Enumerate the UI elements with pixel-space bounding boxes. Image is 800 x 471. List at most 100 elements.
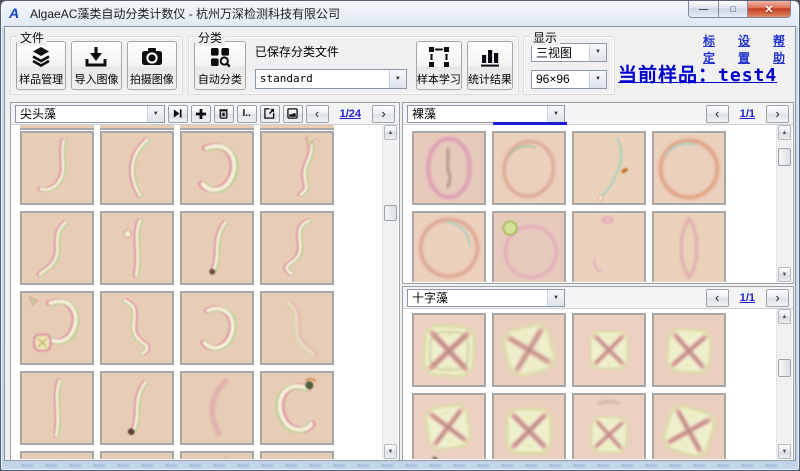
title-bar[interactable]: A AlgaeAC藻类自动分类计数仪 - 杭州万深检测科技有限公司 — □ ✕	[1, 1, 799, 26]
next-page-button[interactable]: ›	[372, 105, 395, 123]
cell-size-dropdown[interactable]: 96×96 ▼	[531, 70, 607, 89]
close-button[interactable]: ✕	[748, 1, 791, 18]
export-button[interactable]	[260, 105, 280, 123]
maximize-button[interactable]: □	[719, 1, 748, 18]
scroll-up-icon[interactable]: ▲	[384, 125, 397, 140]
import-image-label: 导入图像	[74, 71, 118, 87]
prev-page-button[interactable]: ‹	[306, 105, 329, 123]
algae-thumbnail[interactable]	[20, 291, 94, 365]
thumbnail-grid-right-bottom	[404, 309, 776, 459]
minimize-button[interactable]: —	[688, 1, 719, 18]
save-folder-button[interactable]	[283, 105, 303, 123]
scrollbar-thumb[interactable]	[778, 359, 791, 377]
next-page-button[interactable]: ›	[766, 105, 789, 123]
algae-thumbnail[interactable]	[652, 393, 726, 459]
algae-thumbnail[interactable]	[180, 131, 254, 205]
plus-icon	[195, 108, 207, 120]
left-scrollbar[interactable]: ▲ ▼	[382, 125, 398, 459]
algae-thumbnail[interactable]	[20, 211, 94, 285]
scroll-up-icon[interactable]: ▲	[778, 309, 791, 324]
sample-learn-label: 样本学习	[417, 71, 461, 87]
chevron-down-icon: ▼	[389, 70, 406, 88]
scroll-up-icon[interactable]: ▲	[778, 125, 791, 140]
species-dropdown-right-top[interactable]: 裸藻 ▼	[407, 105, 565, 123]
scrollbar-thumb[interactable]	[778, 148, 791, 166]
sample-manage-button[interactable]: 样品管理	[16, 41, 66, 90]
auto-classify-button[interactable]: 自动分类	[194, 41, 246, 90]
scroll-down-icon[interactable]: ▼	[384, 444, 397, 459]
algae-thumbnail[interactable]	[20, 371, 94, 445]
algae-thumbnail[interactable]	[412, 211, 486, 282]
capture-image-label: 拍摄图像	[130, 71, 174, 87]
algae-thumbnail[interactable]	[180, 291, 254, 365]
template-match-icon	[427, 42, 451, 71]
stats-result-button[interactable]: 统计结果	[467, 41, 513, 90]
algae-thumbnail[interactable]	[492, 131, 566, 205]
scroll-down-icon[interactable]: ▼	[778, 444, 791, 459]
stats-result-label: 统计结果	[468, 71, 512, 87]
species-dropdown-left[interactable]: 尖头藻 ▼	[15, 105, 165, 123]
sample-manage-label: 样品管理	[19, 71, 63, 87]
page-indicator[interactable]: 1/24	[340, 108, 361, 120]
algae-thumbnail[interactable]	[572, 313, 646, 387]
capture-image-button[interactable]: 拍摄图像	[127, 41, 177, 90]
bar-chart-icon	[478, 42, 502, 71]
algae-thumbnail[interactable]	[260, 371, 334, 445]
chevron-down-icon: ▼	[589, 71, 606, 88]
algae-thumbnail[interactable]	[652, 131, 726, 205]
sample-learn-button[interactable]: 样本学习	[416, 41, 462, 90]
species-dropdown-right-bottom[interactable]: 十字藻 ▼	[407, 289, 565, 307]
algae-thumbnail[interactable]	[20, 451, 94, 459]
algae-thumbnail[interactable]	[492, 393, 566, 459]
algae-thumbnail[interactable]	[20, 131, 94, 205]
play-next-icon	[172, 108, 183, 119]
play-next-button[interactable]	[168, 105, 188, 123]
add-button[interactable]	[191, 105, 211, 123]
import-image-button[interactable]: 导入图像	[71, 41, 121, 90]
classify-group: 分类 自动分类 已保存分类文件 standard ▼	[188, 36, 519, 95]
algae-thumbnail[interactable]	[652, 211, 726, 282]
algae-thumbnail[interactable]	[412, 131, 486, 205]
algae-thumbnail[interactable]	[572, 393, 646, 459]
algae-thumbnail[interactable]	[100, 451, 174, 459]
file-group: 文件 样品管理 导入图像	[10, 36, 183, 95]
page-indicator[interactable]: 1/1	[740, 292, 755, 304]
algae-thumbnail[interactable]	[180, 371, 254, 445]
right-bottom-scrollbar[interactable]: ▲ ▼	[776, 309, 792, 459]
algae-thumbnail[interactable]	[260, 451, 334, 459]
algae-thumbnail[interactable]	[412, 313, 486, 387]
window-bottom-grip[interactable]	[21, 464, 779, 467]
page-indicator[interactable]: 1/1	[740, 108, 755, 120]
rename-button[interactable]: I..	[237, 105, 257, 123]
display-group-label: 显示	[530, 29, 560, 46]
algae-thumbnail[interactable]	[492, 211, 566, 282]
panel-left-species: 尖头藻 ▼ I..	[10, 102, 400, 461]
algae-thumbnail[interactable]	[100, 371, 174, 445]
file-group-label: 文件	[17, 29, 47, 46]
app-icon: A	[9, 6, 24, 21]
delete-button[interactable]	[214, 105, 234, 123]
prev-page-button[interactable]: ‹	[706, 105, 729, 123]
algae-thumbnail[interactable]	[260, 131, 334, 205]
current-sample-link[interactable]: 当前样品：test4	[618, 60, 777, 87]
algae-thumbnail[interactable]	[572, 211, 646, 282]
algae-thumbnail[interactable]	[412, 393, 486, 459]
next-page-button[interactable]: ›	[766, 289, 789, 307]
algae-thumbnail[interactable]	[492, 313, 566, 387]
app-window: A AlgaeAC藻类自动分类计数仪 - 杭州万深检测科技有限公司 — □ ✕ …	[0, 0, 800, 471]
prev-page-button[interactable]: ‹	[706, 289, 729, 307]
algae-thumbnail[interactable]	[260, 211, 334, 285]
algae-thumbnail[interactable]	[572, 131, 646, 205]
scroll-down-icon[interactable]: ▼	[778, 267, 791, 282]
algae-thumbnail[interactable]	[180, 211, 254, 285]
chevron-down-icon: ▼	[547, 290, 564, 306]
algae-thumbnail[interactable]	[260, 291, 334, 365]
algae-thumbnail[interactable]	[100, 211, 174, 285]
algae-thumbnail[interactable]	[100, 131, 174, 205]
algae-thumbnail[interactable]	[100, 291, 174, 365]
scrollbar-thumb[interactable]	[384, 205, 397, 221]
saved-file-dropdown[interactable]: standard ▼	[255, 69, 407, 89]
algae-thumbnail[interactable]	[180, 451, 254, 459]
right-top-scrollbar[interactable]: ▲ ▼	[776, 125, 792, 282]
algae-thumbnail[interactable]	[652, 313, 726, 387]
